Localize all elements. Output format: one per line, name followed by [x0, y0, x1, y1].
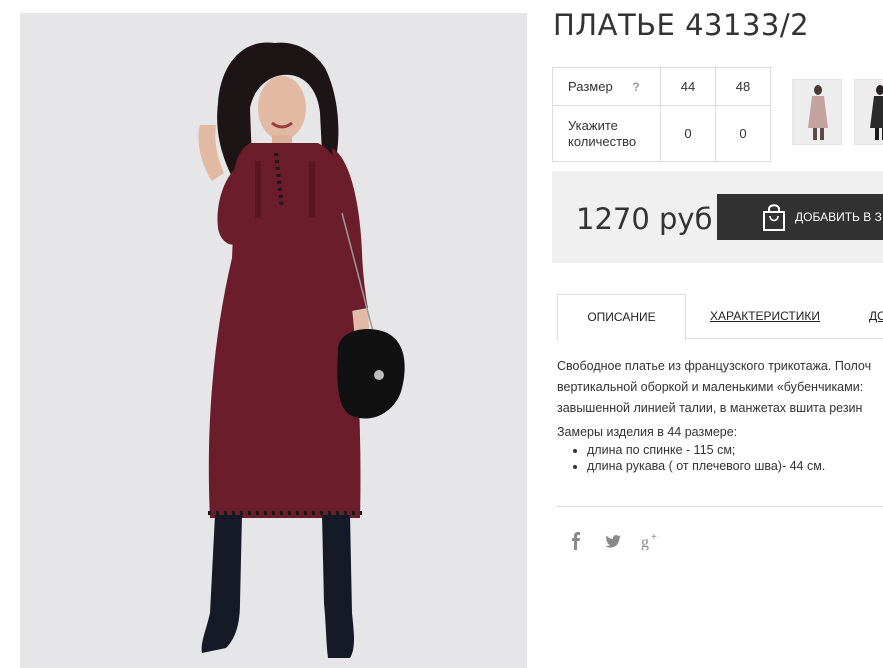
- size-row: Размер ? 44 48: [552, 67, 771, 106]
- thumbnail-figure-1: [808, 85, 828, 140]
- price-box: 1270 руб ДОБАВИТЬ В З: [552, 171, 883, 263]
- description-line: Свободное платье из французского трикота…: [557, 359, 872, 373]
- price: 1270 руб: [576, 202, 713, 236]
- size-48: 48: [715, 67, 771, 106]
- measurements: Замеры изделия в 44 размере: длина по сп…: [557, 425, 883, 474]
- size-label-cell: Размер ?: [552, 67, 661, 106]
- facebook-icon[interactable]: [566, 531, 586, 551]
- section-divider: [557, 506, 883, 507]
- thumbnail-2[interactable]: [854, 79, 883, 145]
- quantity-label-line2: количество: [568, 133, 637, 149]
- description-line: завышенной линией талии, в манжетах вшит…: [557, 401, 863, 415]
- quantity-label-cell: Укажите количество: [552, 105, 661, 162]
- svg-text:+: +: [651, 532, 657, 543]
- description-text: Свободное платье из французского трикота…: [557, 356, 883, 419]
- tab-characteristics[interactable]: ХАРАКТЕРИСТИКИ: [710, 294, 820, 338]
- quantity-row: Укажите количество 0 0: [552, 105, 771, 162]
- quantity-input-48[interactable]: 0: [715, 105, 771, 162]
- svg-text:g: g: [641, 534, 649, 550]
- quantity-input-44[interactable]: 0: [660, 105, 716, 162]
- google-plus-icon[interactable]: g +: [641, 531, 661, 551]
- description-line: вертикальной оборкой и маленькими «бубен…: [557, 380, 864, 394]
- product-title: ПЛАТЬЕ 43133/2: [553, 8, 810, 42]
- tab-additional[interactable]: ДО: [869, 294, 883, 338]
- tab-description[interactable]: ОПИСАНИЕ: [557, 294, 686, 341]
- model-illustration: [198, 42, 405, 658]
- product-main-photo[interactable]: [20, 13, 527, 668]
- thumbnail-figure-2: [870, 85, 883, 140]
- thumbnail-1[interactable]: [792, 79, 842, 145]
- size-label: Размер: [568, 79, 613, 94]
- measurement-item: длина по спинке - 115 см;: [587, 442, 883, 458]
- add-to-cart-button[interactable]: ДОБАВИТЬ В З: [717, 194, 883, 240]
- product-tabs: ОПИСАНИЕ ХАРАКТЕРИСТИКИ ДО: [556, 294, 883, 341]
- size-quantity-table: Размер ? 44 48 Укажите количество 0 0: [552, 67, 771, 162]
- measurements-list: длина по спинке - 115 см; длина рукава (…: [557, 442, 883, 474]
- measurement-item: длина рукава ( от плечевого шва)- 44 см.: [587, 458, 883, 474]
- add-to-cart-label: ДОБАВИТЬ В З: [795, 210, 882, 224]
- size-44: 44: [660, 67, 716, 106]
- quantity-label-line1: Укажите: [568, 117, 618, 133]
- twitter-icon[interactable]: [603, 531, 623, 551]
- size-help-icon[interactable]: ?: [632, 80, 639, 94]
- shopping-bag-icon: [761, 202, 787, 232]
- measurements-title: Замеры изделия в 44 размере:: [557, 425, 738, 439]
